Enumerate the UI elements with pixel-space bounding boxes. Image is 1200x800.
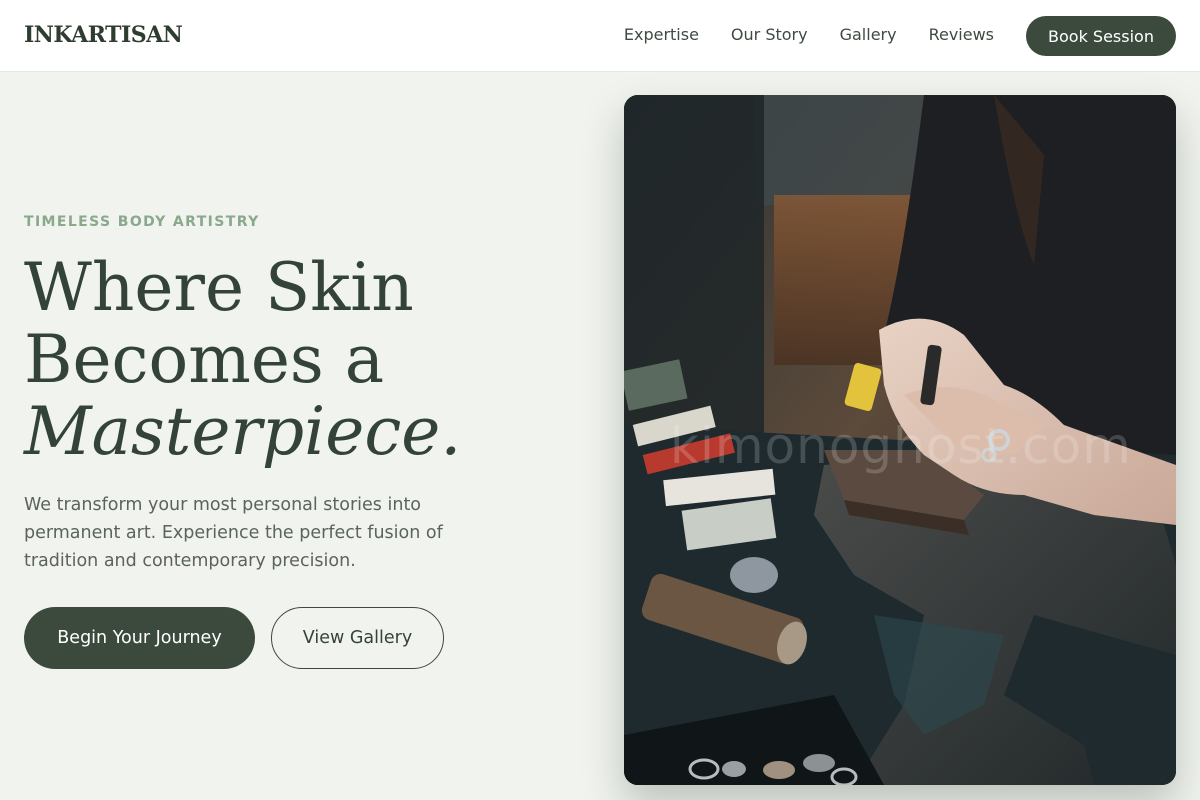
logo[interactable]: INKARTISAN [24,22,183,48]
hero-photo: kimonoghost.com [624,95,1176,785]
nav-link-our-story[interactable]: Our Story [731,25,808,44]
main-nav: Expertise Our Story Gallery Reviews [624,25,994,44]
hero-headline: Where Skin Becomes a Masterpiece. [24,252,584,468]
headline-line-2: Becomes a [24,321,385,398]
begin-journey-button[interactable]: Begin Your Journey [24,607,255,669]
nav-link-gallery[interactable]: Gallery [840,25,897,44]
nav-link-reviews[interactable]: Reviews [929,25,994,44]
book-session-button[interactable]: Book Session [1026,16,1176,56]
image-watermark: kimonoghost.com [670,417,1132,475]
site-header: INKARTISAN Expertise Our Story Gallery R… [0,0,1200,72]
hero-eyebrow: TIMELESS BODY ARTISTRY [24,214,260,230]
headline-line-3: Masterpiece. [24,393,462,470]
nav-link-expertise[interactable]: Expertise [624,25,699,44]
headline-line-1: Where Skin [24,249,414,326]
view-gallery-button[interactable]: View Gallery [271,607,444,669]
hero-description: We transform your most personal stories … [24,495,443,571]
